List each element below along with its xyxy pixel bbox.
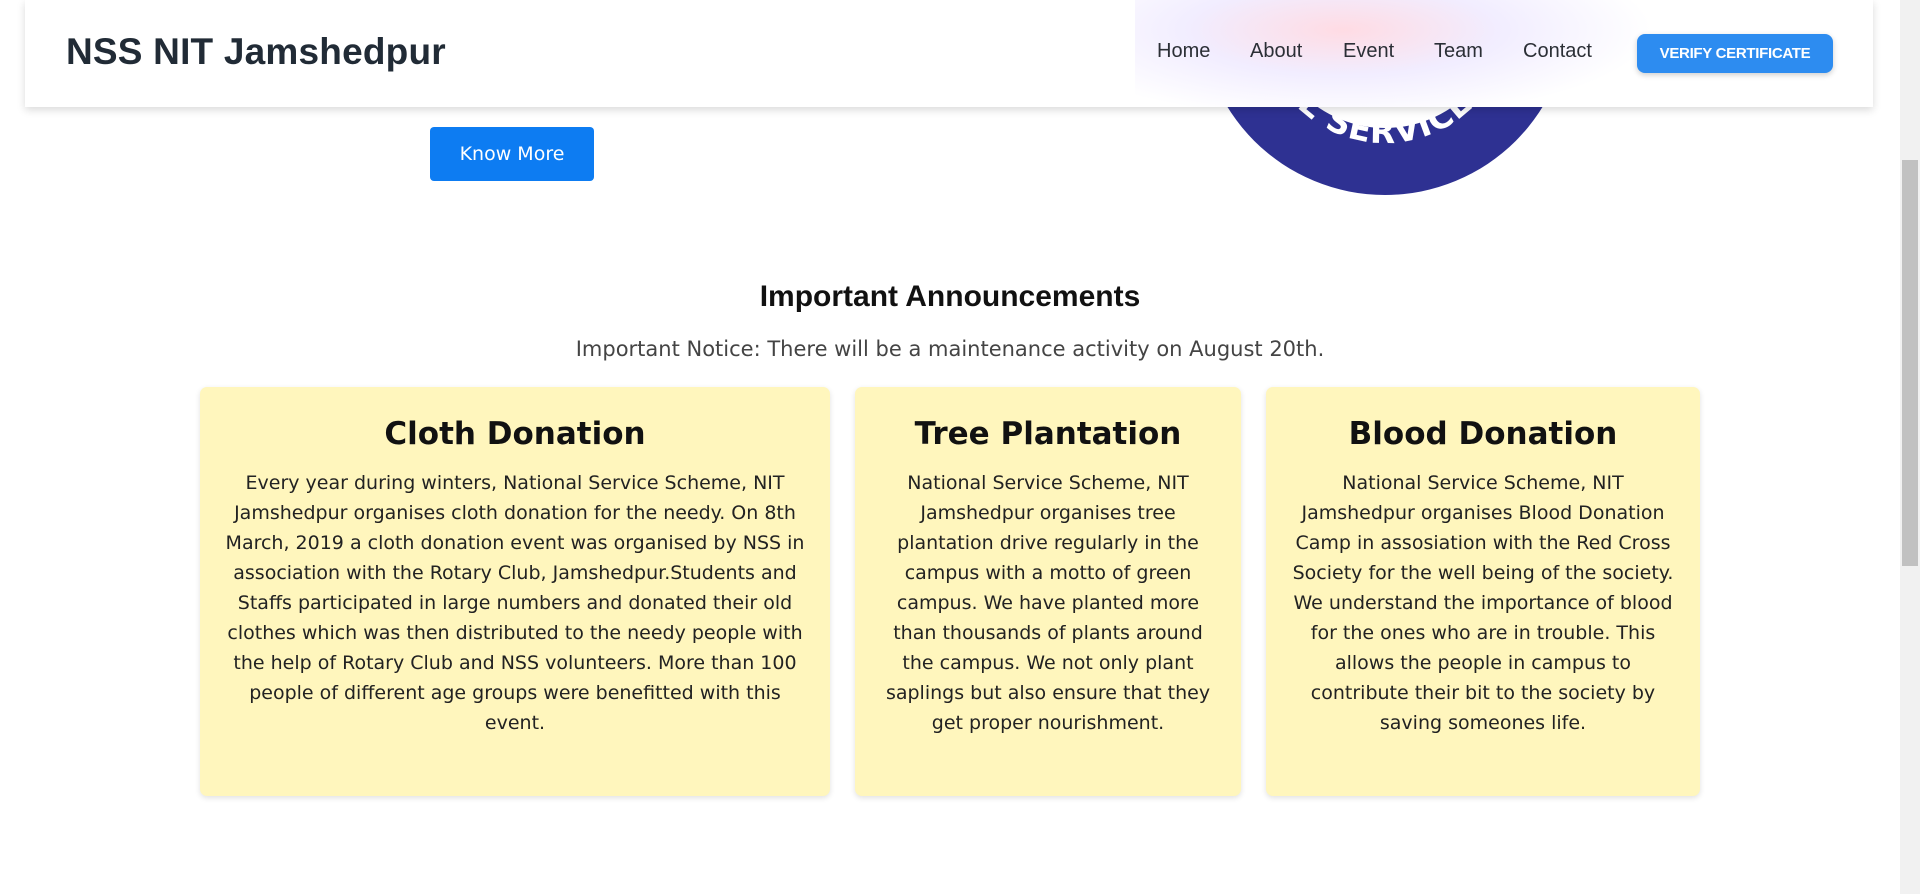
nav-team[interactable]: Team (1434, 40, 1483, 63)
announcement-notice: Important Notice: There will be a mainte… (575, 337, 1325, 361)
page-scrollbar[interactable] (1900, 0, 1920, 894)
scrollbar-thumb[interactable] (1902, 160, 1918, 566)
page: NATIONAL SERVICE SCHEME NSS NIT Jamshedp… (0, 0, 1900, 894)
card-title: Tree Plantation (914, 416, 1182, 452)
verify-certificate-button[interactable]: VERIFY CERTIFICATE (1637, 34, 1833, 73)
card-tree-plantation: Tree Plantation National Service Scheme,… (855, 387, 1241, 796)
card-text: National Service Scheme, NIT Jamshedpur … (885, 472, 1211, 734)
card-text: Every year during winters, National Serv… (225, 472, 805, 734)
nav-home[interactable]: Home (1157, 40, 1210, 63)
card-title: Cloth Donation (384, 416, 646, 452)
nav-contact[interactable]: Contact (1523, 40, 1592, 63)
card-text: National Service Scheme, NIT Jamshedpur … (1292, 472, 1674, 734)
card-blood-donation: Blood Donation National Service Scheme, … (1266, 387, 1700, 796)
announcements-title: Important Announcements (759, 280, 1141, 313)
card-title: Blood Donation (1348, 416, 1618, 452)
main-nav: Home About Event Team Contact (25, 40, 1873, 70)
nav-about[interactable]: About (1250, 40, 1302, 63)
know-more-button[interactable]: Know More (430, 127, 594, 181)
card-cloth-donation: Cloth Donation Every year during winters… (200, 387, 830, 796)
nav-event[interactable]: Event (1343, 40, 1394, 63)
site-header: NSS NIT Jamshedpur Home About Event Team… (25, 0, 1873, 107)
